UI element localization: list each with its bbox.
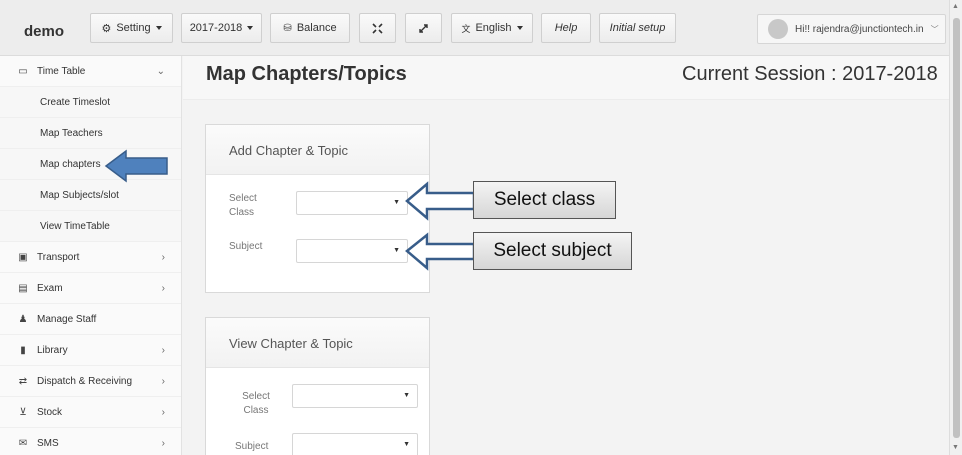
select-subject-callout: Select subject [473,232,632,270]
scrollbar-thumb[interactable] [953,18,960,438]
annotation-overlay [104,149,476,271]
arrow-left-icon [104,149,168,183]
arrow-left-icon [405,232,476,271]
scroll-down-icon[interactable]: ▼ [952,444,959,451]
arrow-left-icon [405,181,476,221]
select-class-callout: Select class [473,181,616,219]
page-scrollbar[interactable]: ▲ ▼ [949,0,962,455]
scroll-up-icon[interactable]: ▲ [952,3,959,10]
